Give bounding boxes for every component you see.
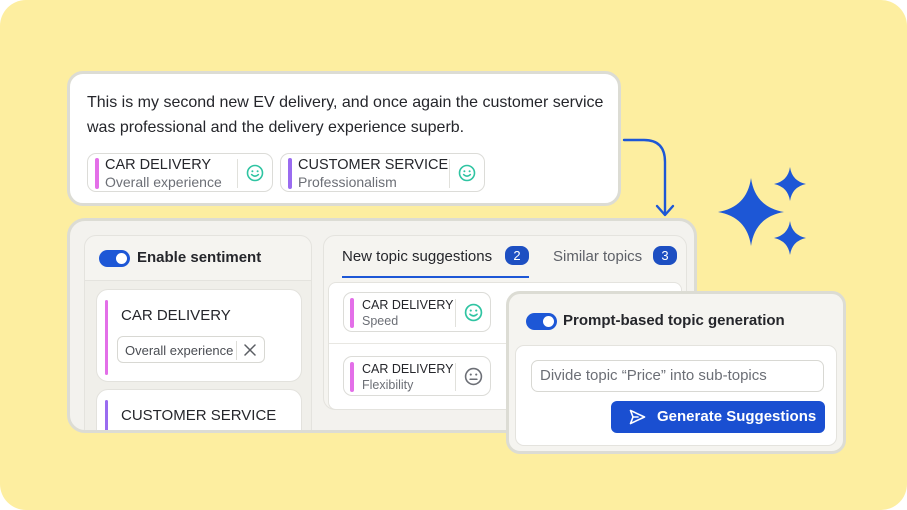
topic-accent-bar [105, 300, 108, 375]
smile-icon [246, 164, 264, 182]
tag-divider [237, 159, 238, 188]
review-card: This is my second new EV delivery, and o… [67, 71, 621, 206]
prompt-generation-label: Prompt-based topic generation [563, 312, 785, 329]
topic-card-car-delivery[interactable]: CAR DELIVERY Overall experience [96, 289, 302, 382]
similar-topics-count-badge: 3 [653, 246, 677, 265]
topic-card-customer-service[interactable]: CUSTOMER SERVICE [96, 389, 302, 430]
suggestion-subtitle: Speed [362, 314, 399, 328]
topic-title: CUSTOMER SERVICE [121, 407, 277, 424]
suggestion-divider [455, 299, 456, 327]
prompt-form: Divide topic “Price” into sub-topics Gen… [515, 345, 837, 446]
prompt-generation-toggle[interactable] [526, 313, 557, 330]
review-tag-car-delivery[interactable]: CAR DELIVERY Overall experience [87, 153, 273, 192]
suggestion-accent-bar [350, 362, 354, 392]
prompt-generation-card: Prompt-based topic generation Divide top… [506, 291, 846, 454]
send-icon [629, 409, 646, 425]
review-tag-customer-service[interactable]: CUSTOMER SERVICE Professionalism [280, 153, 485, 192]
smile-icon [458, 164, 476, 182]
suggestion-item[interactable]: CAR DELIVERY Flexibility [343, 356, 491, 396]
suggestion-accent-bar [350, 298, 354, 328]
tag-accent-bar [288, 158, 292, 189]
active-tab-indicator [342, 276, 529, 278]
tag-subtitle: Overall experience [105, 174, 222, 190]
topic-title: CAR DELIVERY [121, 307, 231, 324]
enable-sentiment-label: Enable sentiment [137, 249, 262, 266]
tag-subtitle: Professionalism [298, 174, 397, 190]
neutral-face-icon [464, 367, 483, 386]
new-suggestions-count-badge: 2 [505, 246, 529, 265]
suggestion-subtitle: Flexibility [362, 378, 414, 392]
tag-accent-bar [95, 158, 99, 189]
generate-suggestions-button[interactable]: Generate Suggestions [611, 401, 825, 433]
topic-accent-bar [105, 400, 108, 430]
tag-title: CUSTOMER SERVICE [298, 157, 449, 173]
suggestion-item[interactable]: CAR DELIVERY Speed [343, 292, 491, 332]
tag-divider [449, 159, 450, 188]
suggestion-title: CAR DELIVERY [362, 298, 454, 312]
review-text: This is my second new EV delivery, and o… [87, 94, 604, 136]
tab-new-topic-suggestions[interactable]: New topic suggestions [342, 248, 492, 265]
sparkles-icon [718, 167, 806, 255]
tab-similar-topics[interactable]: Similar topics [553, 248, 642, 265]
suggestion-divider [455, 363, 456, 391]
smile-icon [464, 303, 483, 322]
close-icon[interactable] [243, 343, 257, 357]
enable-sentiment-toggle[interactable] [99, 250, 130, 267]
curved-arrow-icon [622, 138, 675, 217]
subtopic-divider [236, 341, 237, 360]
sentiment-pane: Enable sentiment CAR DELIVERY Overall ex… [84, 235, 312, 430]
subtopic-chip[interactable]: Overall experience [117, 336, 265, 363]
suggestion-title: CAR DELIVERY [362, 362, 454, 376]
tag-title: CAR DELIVERY [105, 157, 212, 173]
sentiment-topic-list: CAR DELIVERY Overall experience CUSTOMER… [85, 280, 311, 430]
generate-suggestions-label: Generate Suggestions [657, 408, 817, 425]
prompt-input[interactable]: Divide topic “Price” into sub-topics [531, 360, 824, 392]
canvas: This is my second new EV delivery, and o… [0, 0, 907, 510]
subtopic-label: Overall experience [125, 343, 234, 358]
